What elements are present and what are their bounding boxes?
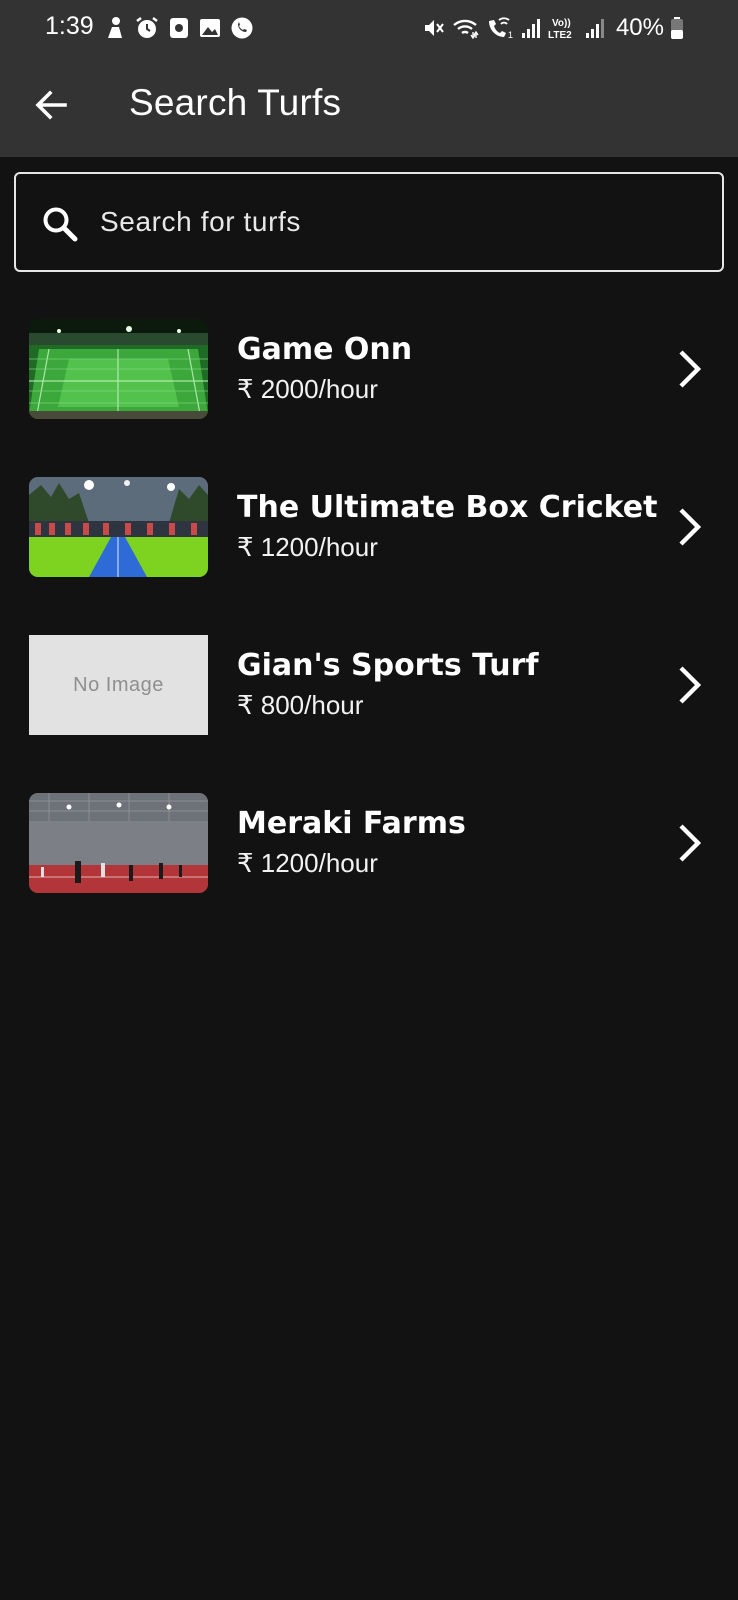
app-bar: Search Turfs: [0, 76, 738, 136]
alarm-icon: [136, 17, 158, 38]
turf-list-item[interactable]: Game Onn ₹ 2000/hour: [0, 300, 738, 440]
back-button[interactable]: [28, 82, 74, 128]
whatsapp-icon: [231, 17, 253, 39]
system-icons: 1 Vo)) LTE2 40%: [422, 14, 684, 42]
turf-list-item[interactable]: The Ultimate Box Cricket ₹ 1200/hour: [0, 458, 738, 598]
turf-list-item[interactable]: Meraki Farms ₹ 1200/hour: [0, 774, 738, 914]
wifi-icon: [453, 19, 479, 40]
status-bar: 1:39 1 Vo)) LTE2 40%: [0, 0, 738, 56]
search-icon: [43, 207, 78, 242]
square-app-icon: [170, 18, 188, 38]
signal-icon: [521, 19, 540, 38]
turf-thumbnail: [29, 319, 208, 419]
top-bar: 1:39 1 Vo)) LTE2 40% Search Turfs: [0, 0, 738, 157]
turf-name: Meraki Farms: [237, 806, 466, 841]
svg-text:LTE2: LTE2: [548, 30, 572, 41]
search-bar[interactable]: [14, 172, 724, 272]
chevron-right-icon: [679, 824, 702, 862]
page-title: Search Turfs: [129, 82, 342, 123]
chevron-right-icon: [679, 508, 702, 546]
notification-icons: [104, 16, 254, 40]
turf-price: ₹ 1200/hour: [237, 848, 378, 878]
no-image-placeholder: No Image: [29, 635, 208, 735]
battery-icon: [671, 17, 683, 39]
svg-text:Vo)): Vo)): [552, 18, 571, 29]
search-input[interactable]: [100, 196, 690, 248]
mute-icon: [424, 20, 444, 36]
turf-name: Game Onn: [237, 332, 413, 367]
turf-name: Gian's Sports Turf: [237, 648, 539, 683]
turf-price: ₹ 2000/hour: [237, 374, 378, 404]
signal-icon: [585, 19, 604, 38]
turf-price: ₹ 800/hour: [237, 690, 364, 720]
person-icon: [108, 17, 122, 38]
turf-thumbnail: [29, 477, 208, 577]
turf-list-item[interactable]: No Image Gian's Sports Turf ₹ 800/hour: [0, 616, 738, 756]
status-time: 1:39: [45, 12, 94, 40]
wifi-calling-icon: 1: [488, 17, 513, 40]
gallery-icon: [200, 19, 220, 37]
chevron-right-icon: [679, 350, 702, 388]
chevron-right-icon: [679, 666, 702, 704]
volte-icon: Vo))LTE2: [548, 18, 572, 41]
turf-price: ₹ 1200/hour: [237, 532, 378, 562]
svg-text:1: 1: [508, 30, 513, 40]
arrow-left-icon: [35, 90, 67, 120]
turf-name: The Ultimate Box Cricket: [237, 490, 658, 525]
no-image-label: No Image: [73, 673, 164, 696]
battery-percent: 40%: [615, 14, 664, 41]
turf-thumbnail: [29, 793, 208, 893]
